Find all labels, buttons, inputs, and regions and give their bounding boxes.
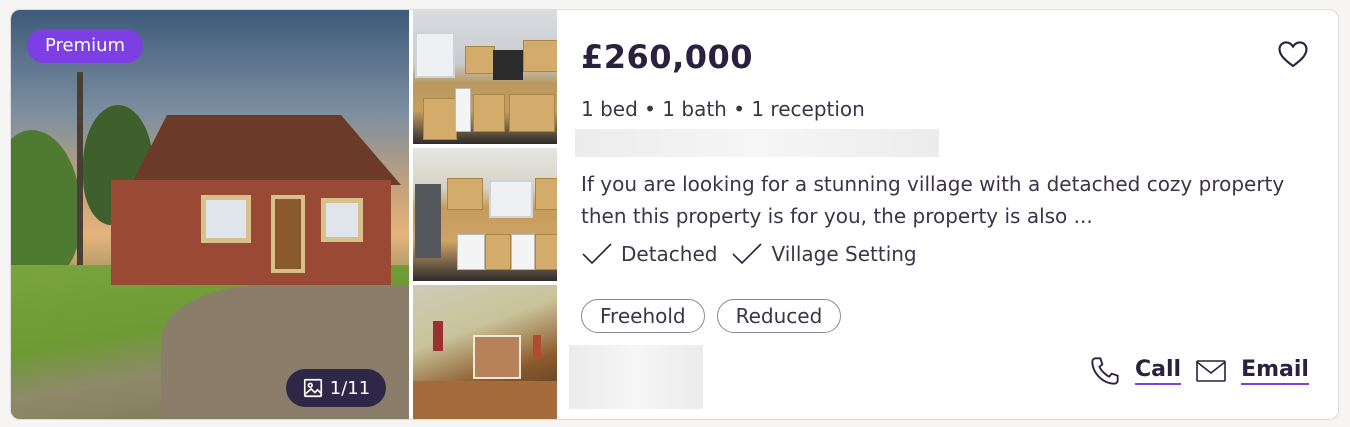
photo-house-window [321,198,363,242]
photo-tree [11,130,81,280]
email-button[interactable]: Email [1195,357,1309,385]
heart-outline-icon [1278,41,1308,68]
call-label[interactable]: Call [1135,357,1182,385]
thumb-cabinet [535,178,557,210]
address-placeholder-skeleton [575,129,939,157]
feature-item: Village Setting [731,242,917,266]
listing-price[interactable]: £260,000 [581,38,753,76]
thumb-dishwasher [455,88,471,132]
call-button[interactable]: Call [1089,355,1182,387]
thumbnail-photo-kitchen-2[interactable] [413,148,557,281]
listing-details: £260,000 1 bed • 1 bath • 1 reception If… [557,10,1338,419]
image-icon [303,378,322,398]
thumb-dishwasher [511,234,535,270]
envelope-icon [1196,360,1226,382]
thumb-cabinet [465,46,495,74]
photo-count-label: 1/11 [329,377,371,399]
contact-actions: Call Email [1089,355,1309,387]
tag-freehold: Freehold [581,299,705,333]
listing-specs: 1 bed • 1 bath • 1 reception [581,97,865,121]
thumb-cabinet [423,98,457,140]
photo-house-window [201,195,251,243]
feature-item: Detached [581,242,717,266]
thumbnail-photo-kitchen[interactable] [413,10,557,144]
thumb-washing-machine [457,234,485,270]
thumb-picture [433,321,443,351]
photo-count-button[interactable]: 1/11 [286,369,386,407]
listing-tags: Freehold Reduced [581,299,842,333]
photo-house-door [271,195,305,273]
premium-badge: Premium [27,29,144,63]
thumb-cabinet [473,94,505,132]
checkmark-icon [582,243,612,265]
thumb-picture [533,335,541,357]
thumb-floor [413,381,557,419]
feature-label: Detached [621,242,718,266]
thumb-window [489,180,533,218]
phone-icon [1091,357,1119,385]
thumb-cabinet [523,40,557,72]
email-label[interactable]: Email [1241,357,1309,385]
agent-logo-placeholder-skeleton [569,345,703,409]
key-features: Detached Village Setting [581,242,917,266]
thumb-hob [493,50,523,80]
checkmark-icon [732,243,763,265]
tag-reduced: Reduced [716,299,842,333]
listing-description[interactable]: If you are looking for a stunning villag… [581,168,1301,232]
thumb-fridge [415,184,441,258]
feature-label: Village Setting [771,242,917,266]
save-favourite-button[interactable] [1276,37,1310,71]
thumb-french-doors [473,335,521,379]
thumb-cabinet [447,178,483,210]
thumb-cabinet [509,94,555,132]
property-listing-card[interactable]: Premium 1/11 £260,000 1 bed • 1 bath • 1… [10,9,1339,420]
thumb-cabinet [485,234,511,270]
main-property-photo[interactable]: Premium 1/11 [11,10,409,419]
thumb-cabinet [535,234,557,270]
thumb-window [415,32,455,78]
thumbnail-photo-living-room[interactable] [413,285,557,419]
